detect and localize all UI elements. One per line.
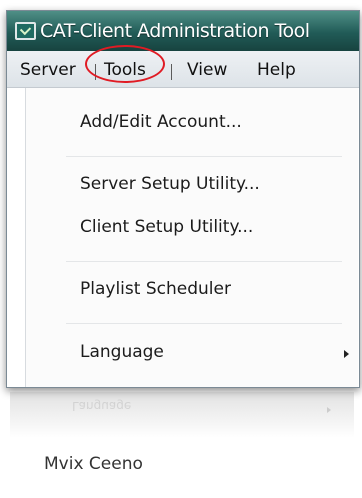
menu-item-language[interactable]: Language [80, 342, 164, 362]
app-window-icon [15, 22, 36, 40]
tools-dropdown-menu: Add/Edit Account... Server Setup Utility… [25, 88, 358, 387]
reflected-submenu-arrow-icon [327, 407, 331, 413]
window-reflection [10, 392, 354, 438]
menu-divider [66, 323, 342, 324]
menu-item-add-edit-account[interactable]: Add/Edit Account... [80, 112, 242, 132]
menu-item-client-setup-utility[interactable]: Client Setup Utility... [80, 217, 253, 237]
menu-bar: Server Tools View Help [7, 51, 359, 88]
submenu-arrow-icon [344, 350, 349, 358]
window-title: CAT-Client Administration Tool [40, 20, 310, 42]
menu-server[interactable]: Server [20, 60, 76, 80]
caption: Mvix Ceeno [44, 454, 143, 474]
app-window: CAT-Client Administration Tool Server To… [6, 10, 360, 388]
highlight-annotation-circle [85, 45, 165, 83]
menu-separator [171, 64, 172, 80]
menu-item-server-setup-utility[interactable]: Server Setup Utility... [80, 174, 260, 194]
menu-divider [66, 156, 342, 157]
reflected-language-label: Language [72, 399, 132, 413]
menu-divider [66, 261, 342, 262]
menu-item-playlist-scheduler[interactable]: Playlist Scheduler [80, 279, 231, 299]
menu-help[interactable]: Help [257, 60, 296, 80]
menu-view[interactable]: View [187, 60, 227, 80]
title-bar[interactable]: CAT-Client Administration Tool [7, 11, 359, 51]
